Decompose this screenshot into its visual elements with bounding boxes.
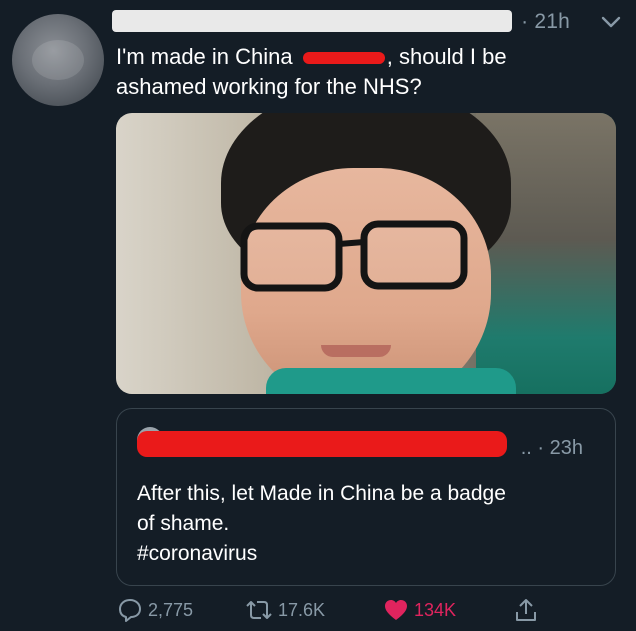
- chevron-down-icon[interactable]: [600, 14, 622, 30]
- quote-time: .. · 23h: [520, 437, 583, 459]
- photo-collar: [266, 368, 516, 394]
- like-count: 134K: [414, 599, 457, 620]
- reply-button[interactable]: 2,775: [116, 594, 193, 626]
- redacted-text: [302, 52, 385, 65]
- reply-count: 2,775: [148, 599, 194, 620]
- retweet-icon: [246, 601, 272, 619]
- redacted-username: [112, 10, 512, 32]
- photo-mouth: [321, 345, 391, 357]
- redacted-quote-username: [137, 431, 507, 457]
- tweet-text-part2: , should I be: [386, 44, 507, 69]
- share-icon: [516, 599, 536, 621]
- quoted-tweet[interactable]: .. · 23h After this, let Made in China b…: [116, 408, 616, 586]
- like-button[interactable]: 134K: [382, 594, 456, 626]
- tweet-actions: 2,775 17.6K 134K: [116, 594, 616, 626]
- quote-text-line2: of shame.: [137, 512, 230, 535]
- tweet-text-part1: I'm made in China: [116, 44, 299, 69]
- tweet-text: I'm made in China , should I be ashamed …: [116, 42, 596, 102]
- retweet-button[interactable]: 17.6K: [244, 594, 325, 626]
- reply-icon: [119, 599, 141, 622]
- tweet-text-line2: ashamed working for the NHS?: [116, 74, 422, 99]
- quote-hashtag[interactable]: #coronavirus: [137, 539, 597, 569]
- tweet-time[interactable]: · 21h: [521, 10, 570, 34]
- heart-icon: [385, 600, 407, 620]
- share-button[interactable]: [512, 594, 544, 626]
- tweet[interactable]: · 21h I'm made in China , should I be as…: [0, 0, 636, 631]
- photo-glasses: [240, 220, 468, 292]
- retweet-count: 17.6K: [278, 599, 326, 620]
- quote-text-line1: After this, let Made in China be a badge: [137, 482, 506, 505]
- avatar[interactable]: [12, 14, 104, 106]
- tweet-photo[interactable]: [116, 113, 616, 394]
- quote-text: After this, let Made in China be a badge…: [137, 479, 597, 569]
